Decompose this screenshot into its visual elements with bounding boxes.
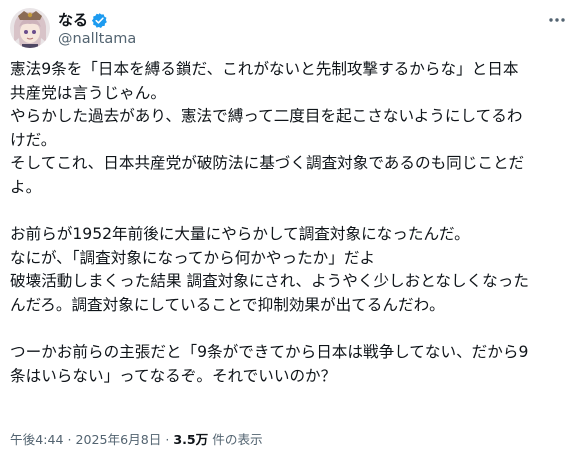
name-row: なる <box>58 10 108 30</box>
tweet-line: お前らが1952年前後に大量にやらかして調査対象になったんだ。 <box>10 225 470 244</box>
user-handle[interactable]: @nalltama <box>58 30 136 49</box>
meta-separator: · <box>63 432 76 447</box>
tweet-line: そしてこれ、日本共産党が破防法に基づく調査対象であるのも同じことだ <box>10 154 525 173</box>
tweet-card: なる @nalltama 憲法9条を「日本を縛る鎖だ、これがないと先制攻撃するか… <box>0 0 586 457</box>
tweet-line: よ。 <box>10 177 42 196</box>
tweet-line: なにが、「調査対象になってから何かやったか」だよ <box>10 248 376 267</box>
tweet-line: けだ。 <box>10 130 57 149</box>
tweet-header: なる @nalltama <box>10 8 576 52</box>
tweet-meta: 午後4:44 · 2025年6月8日 · 3.5万 件の表示 <box>10 431 263 449</box>
tweet-time-link[interactable]: 午後4:44 <box>10 432 63 447</box>
tweet-line: 条はいらない」ってなるぞ。それでいいのか？ <box>10 366 337 385</box>
tweet-line: んだろ。調査対象にしていることで抑制効果が出てるんだわ。 <box>10 295 445 314</box>
tweet-date-link[interactable]: 2025年6月8日 <box>75 432 161 447</box>
verified-badge-icon <box>91 12 108 29</box>
tweet-line: 憲法9条を「日本を縛る鎖だ、これがないと先制攻撃するからな」と日本 <box>10 60 519 78</box>
views-label: 件の表示 <box>208 432 263 447</box>
views-count[interactable]: 3.5万 <box>173 432 208 447</box>
tweet-line: 共産党は言うじゃん。 <box>10 83 166 102</box>
tweet-text: 憲法9条を「日本を縛る鎖だ、これがないと先制攻撃するからな」と日本 共産党は言う… <box>10 58 578 388</box>
tweet-line: 破壊活動しまくった結果 調査対象にされ、ようやく少しおとなしくなった <box>10 272 529 291</box>
avatar[interactable] <box>10 8 50 48</box>
more-options-icon[interactable] <box>546 10 568 30</box>
display-name[interactable]: なる <box>58 10 88 30</box>
tweet-line: やらかした過去があり、憲法で縛って二度目を起こさないようにしてるわ <box>10 107 523 126</box>
tweet-line: つーかお前らの主張だと「9条ができてから日本は戦争してない、だから9 <box>10 343 529 362</box>
meta-separator: · <box>161 432 174 447</box>
